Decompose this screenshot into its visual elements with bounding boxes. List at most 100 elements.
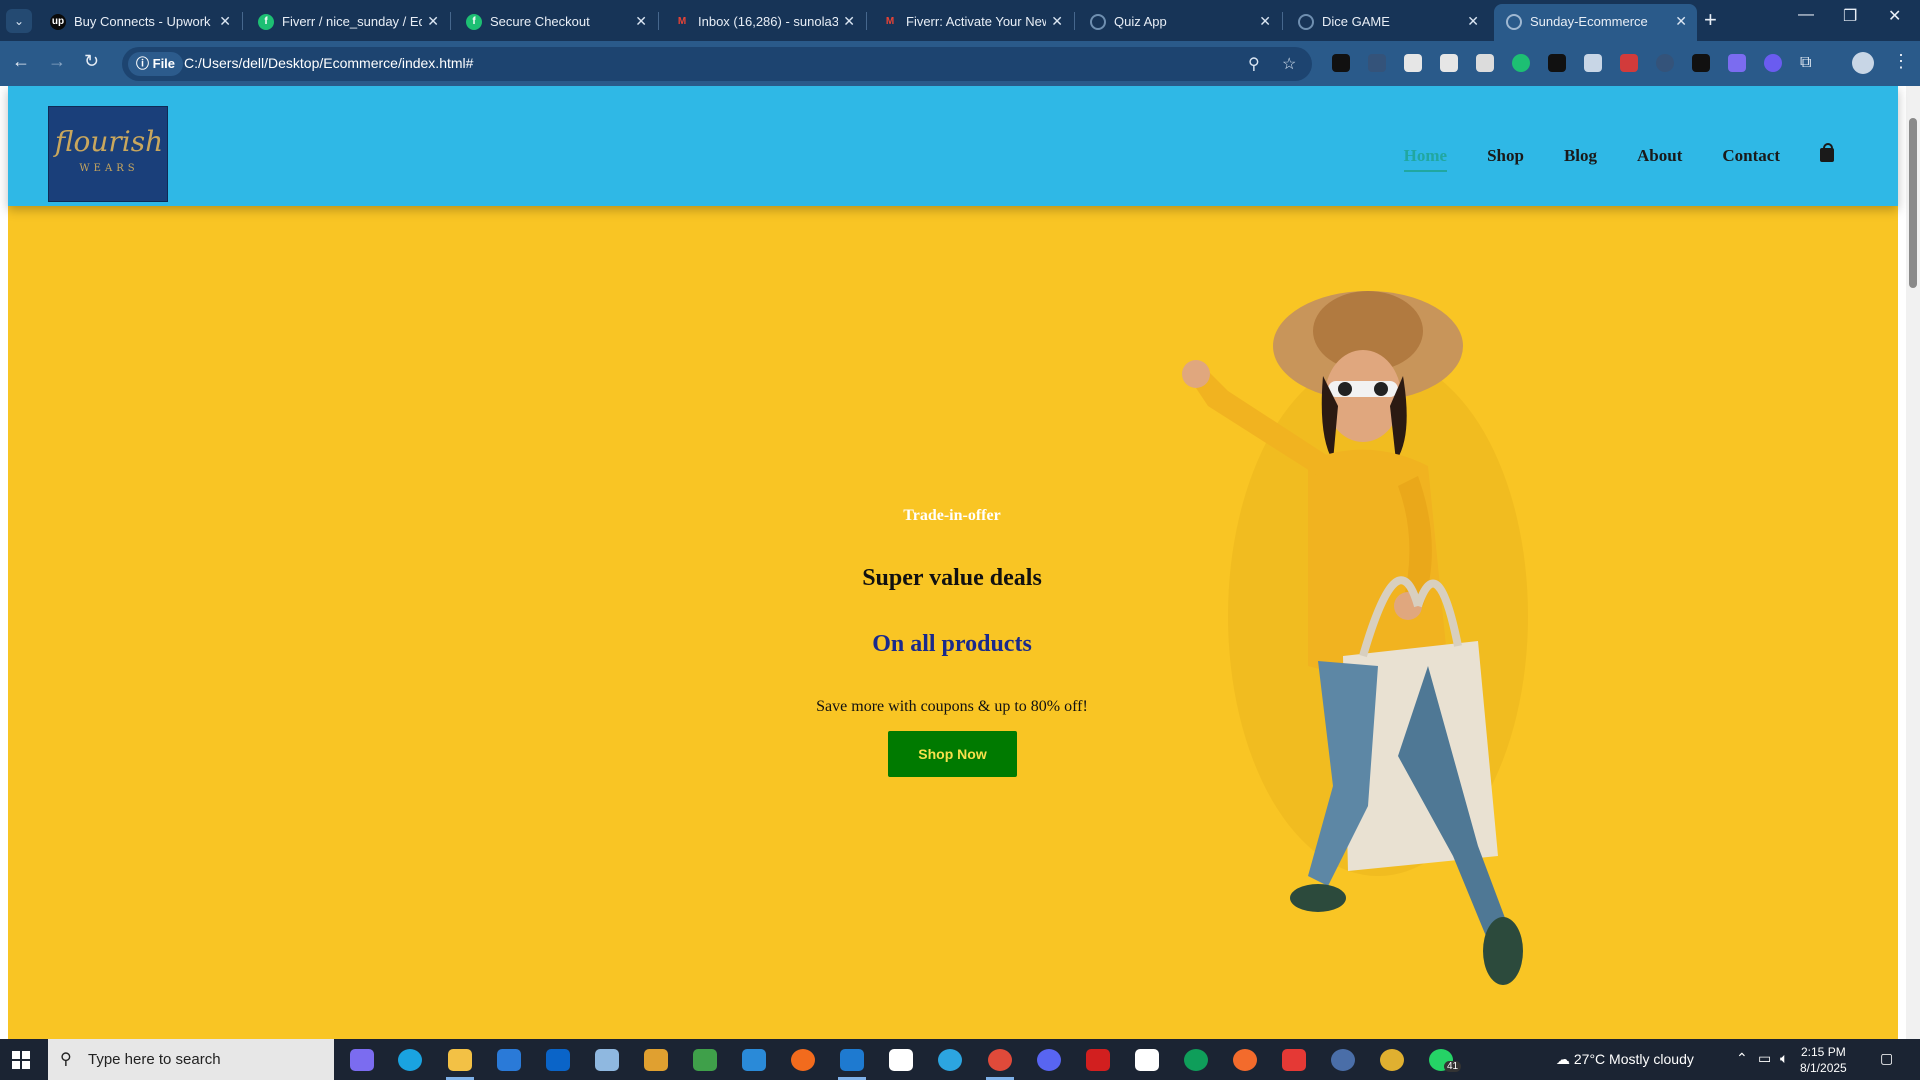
tab-search-button[interactable]: ⌄ bbox=[6, 9, 32, 33]
extension-icon[interactable] bbox=[1548, 54, 1566, 72]
address-bar[interactable]: ⓘ File C:/Users/dell/Desktop/Ecommerce/i… bbox=[122, 47, 1312, 81]
url-text[interactable]: C:/Users/dell/Desktop/Ecommerce/index.ht… bbox=[184, 55, 473, 71]
page-viewport: Trade-in-offer Super value deals On all … bbox=[0, 86, 1920, 1039]
extension-icon[interactable] bbox=[1728, 54, 1746, 72]
app-icon[interactable] bbox=[644, 1049, 668, 1071]
m365-icon[interactable] bbox=[742, 1049, 766, 1071]
clock[interactable]: 2:15 PM 8/1/2025 bbox=[1800, 1044, 1847, 1076]
discord-icon[interactable] bbox=[1037, 1049, 1061, 1071]
tab-title: Inbox (16,286) - sunola37 bbox=[698, 13, 838, 29]
search-icon: ⚲ bbox=[60, 1051, 72, 1068]
notification-badge: 41 bbox=[1444, 1061, 1462, 1072]
extension-icon[interactable] bbox=[1656, 54, 1674, 72]
hero-kicker: Trade-in-offer bbox=[903, 507, 1001, 524]
globe-icon bbox=[1506, 13, 1522, 30]
new-tab-button[interactable]: + bbox=[1704, 7, 1717, 33]
mongodb-icon[interactable] bbox=[1184, 1049, 1208, 1071]
extension-icon[interactable] bbox=[1440, 54, 1458, 72]
close-icon[interactable]: ✕ bbox=[427, 4, 439, 38]
app-icon[interactable] bbox=[595, 1049, 619, 1071]
site-header: flourish WEARS Home Shop Blog About Cont… bbox=[8, 86, 1898, 206]
close-icon[interactable]: ✕ bbox=[1675, 4, 1687, 38]
postman-icon[interactable] bbox=[1233, 1049, 1257, 1071]
fiverr-icon: f bbox=[466, 13, 482, 30]
windows-start-icon[interactable] bbox=[12, 1051, 30, 1069]
bookmark-star-icon[interactable]: ☆ bbox=[1282, 54, 1296, 74]
page-scrollbar[interactable] bbox=[1906, 86, 1920, 1039]
extension-icon[interactable] bbox=[1332, 54, 1350, 72]
store-icon[interactable] bbox=[497, 1049, 521, 1071]
windows-taskbar: ⚲ Type here to search 41 ☁ 27°C Mostly c… bbox=[0, 1039, 1920, 1080]
vscode-icon[interactable] bbox=[840, 1049, 864, 1071]
close-window-icon[interactable]: ✕ bbox=[1888, 6, 1901, 26]
tab-quiz-app[interactable]: Quiz App ✕ bbox=[1078, 4, 1281, 41]
tab-title: Quiz App bbox=[1114, 13, 1167, 29]
app-icon[interactable] bbox=[1135, 1049, 1159, 1071]
profile-avatar[interactable] bbox=[1852, 52, 1874, 74]
file-explorer-icon[interactable] bbox=[448, 1049, 472, 1071]
copilot-icon[interactable] bbox=[350, 1049, 374, 1071]
restore-icon[interactable]: ❐ bbox=[1843, 6, 1857, 26]
edge-icon[interactable] bbox=[398, 1049, 422, 1071]
brand-logo[interactable]: flourish WEARS bbox=[48, 106, 168, 202]
notepad-icon[interactable] bbox=[693, 1049, 717, 1071]
tab-gmail-inbox[interactable]: M Inbox (16,286) - sunola37 ✕ bbox=[662, 4, 865, 41]
shopping-bag-icon[interactable] bbox=[1820, 143, 1834, 162]
tab-gmail-fiverr[interactable]: M Fiverr: Activate Your New ✕ bbox=[870, 4, 1073, 41]
site-info-chip[interactable]: ⓘ File bbox=[128, 52, 184, 76]
tab-fiverr-edit[interactable]: f Fiverr / nice_sunday / Edit ✕ bbox=[246, 4, 449, 41]
extension-icon[interactable] bbox=[1620, 54, 1638, 72]
main-nav: Home Shop Blog About Contact bbox=[1364, 143, 1834, 176]
back-icon[interactable]: ← bbox=[12, 51, 30, 72]
zoom-icon[interactable]: ⚲ bbox=[1248, 54, 1260, 74]
close-icon[interactable]: ✕ bbox=[1051, 4, 1063, 38]
tab-title: Secure Checkout bbox=[490, 13, 590, 29]
tab-dice-game[interactable]: Dice GAME ✕ bbox=[1286, 4, 1489, 41]
nav-home[interactable]: Home bbox=[1403, 146, 1448, 172]
taskbar-search[interactable]: ⚲ Type here to search bbox=[48, 1039, 334, 1080]
nav-about[interactable]: About bbox=[1637, 146, 1682, 166]
weather-widget[interactable]: ☁ 27°C Mostly cloudy bbox=[1556, 1051, 1694, 1068]
battery-icon[interactable]: ▭ bbox=[1758, 1050, 1771, 1067]
close-icon[interactable]: ✕ bbox=[635, 4, 647, 38]
firefox-icon[interactable] bbox=[791, 1049, 815, 1071]
forward-icon[interactable]: → bbox=[48, 51, 66, 72]
nav-shop[interactable]: Shop bbox=[1487, 146, 1524, 166]
nav-contact[interactable]: Contact bbox=[1722, 146, 1780, 166]
close-icon[interactable]: ✕ bbox=[219, 4, 231, 38]
globe-icon bbox=[1090, 13, 1106, 30]
extensions-puzzle-icon[interactable]: ⧉ bbox=[1800, 54, 1818, 72]
tab-title: Buy Connects - Upwork bbox=[74, 13, 211, 29]
wps-icon[interactable] bbox=[1282, 1049, 1306, 1071]
wordpress-icon[interactable] bbox=[1331, 1049, 1355, 1071]
tab-sunday-ecommerce[interactable]: Sunday-Ecommerce ✕ bbox=[1494, 4, 1697, 41]
extension-icon[interactable] bbox=[1368, 54, 1386, 72]
extension-icon[interactable] bbox=[1404, 54, 1422, 72]
app-icon[interactable] bbox=[1086, 1049, 1110, 1071]
extension-icon[interactable] bbox=[1476, 54, 1494, 72]
extension-icon[interactable] bbox=[1764, 54, 1782, 72]
volume-icon[interactable]: 🔈︎ bbox=[1780, 1050, 1788, 1067]
menu-kebab-icon[interactable]: ⋮ bbox=[1892, 51, 1910, 72]
chrome-icon[interactable] bbox=[988, 1049, 1012, 1071]
telegram-icon[interactable] bbox=[938, 1049, 962, 1071]
extension-icon[interactable] bbox=[1512, 54, 1530, 72]
tab-upwork[interactable]: up Buy Connects - Upwork ✕ bbox=[38, 4, 241, 41]
close-icon[interactable]: ✕ bbox=[1259, 4, 1271, 38]
extension-icon[interactable] bbox=[1692, 54, 1710, 72]
nav-blog[interactable]: Blog bbox=[1564, 146, 1597, 166]
minimize-icon[interactable]: — bbox=[1798, 6, 1814, 24]
close-icon[interactable]: ✕ bbox=[843, 4, 855, 38]
tab-secure-checkout[interactable]: f Secure Checkout ✕ bbox=[454, 4, 657, 41]
chevron-up-icon[interactable]: ⌃ bbox=[1736, 1050, 1748, 1067]
shield-icon[interactable] bbox=[1584, 54, 1602, 72]
notifications-icon[interactable]: ▢ bbox=[1880, 1050, 1893, 1067]
close-icon[interactable]: ✕ bbox=[1467, 4, 1479, 38]
capcut-icon[interactable] bbox=[889, 1049, 913, 1071]
tab-title: Fiverr / nice_sunday / Edit bbox=[282, 13, 422, 29]
reload-icon[interactable]: ↻ bbox=[84, 51, 99, 72]
scrollbar-thumb[interactable] bbox=[1909, 118, 1917, 288]
chrome-icon[interactable] bbox=[1380, 1049, 1404, 1071]
shop-now-button[interactable]: Shop Now bbox=[888, 731, 1017, 777]
outlook-icon[interactable] bbox=[546, 1049, 570, 1071]
